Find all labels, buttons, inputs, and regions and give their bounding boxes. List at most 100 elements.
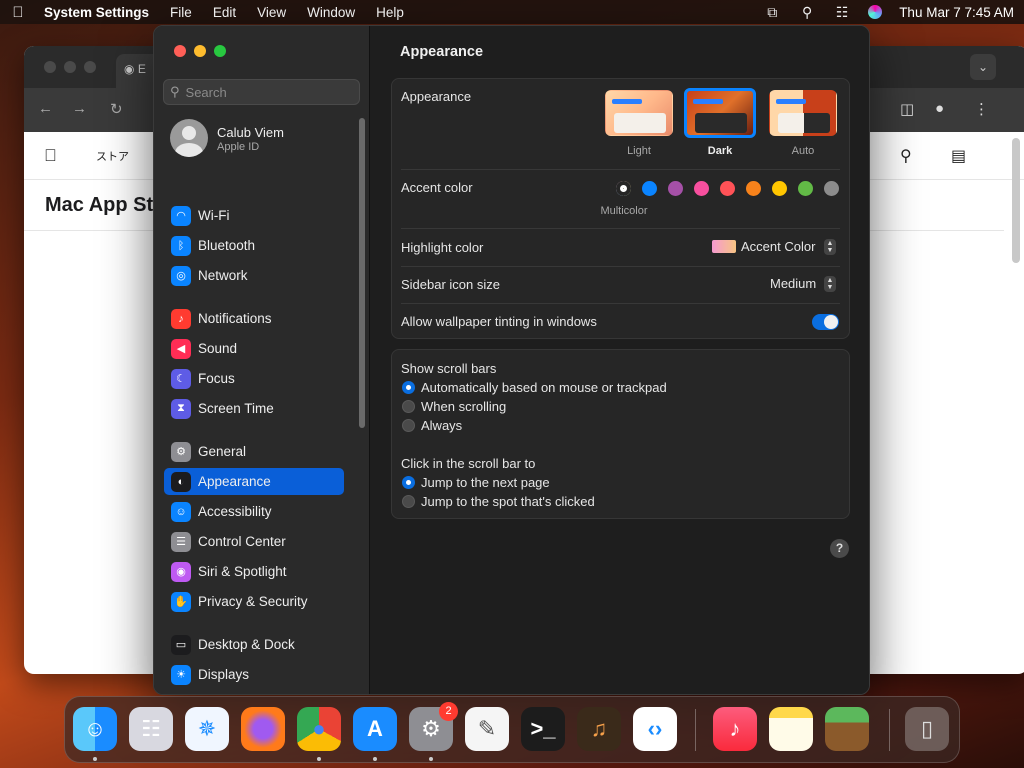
stage-manager-icon[interactable]: ⧉: [763, 4, 781, 21]
divider: [401, 228, 840, 229]
sidebar-item-network[interactable]: ◎ Network: [164, 262, 344, 289]
close-button[interactable]: [174, 45, 186, 57]
site-nav-store-link[interactable]: ストア: [96, 148, 129, 164]
running-indicator: [429, 757, 433, 761]
minecraft-icon[interactable]: [825, 707, 869, 751]
sidebar-item-bluetooth[interactable]: ᛒ Bluetooth: [164, 232, 344, 259]
browser-scrollbar[interactable]: [1012, 138, 1020, 263]
launchpad-icon[interactable]: ☷: [129, 707, 173, 751]
accent-swatch[interactable]: [720, 181, 735, 196]
sidebar-toggle-icon[interactable]: ◫: [900, 100, 914, 118]
radio-scroll-always[interactable]: [402, 419, 415, 432]
menu-view[interactable]: View: [257, 5, 286, 20]
profile-subtitle: Apple ID: [217, 141, 260, 153]
apple-logo-icon[interactable]: : [44, 146, 57, 166]
browser-minimize-button[interactable]: [64, 61, 76, 73]
dock: ☺ ☷ ✵ ● A ⚙ ✎ >_ ♫ ‹› ♪ ▯: [64, 696, 960, 763]
terminal-icon[interactable]: >_: [521, 707, 565, 751]
sidebar-item-general[interactable]: ⚙ General: [164, 438, 344, 465]
accent-swatch[interactable]: [668, 181, 683, 196]
sidebar-item-focus[interactable]: ☾ Focus: [164, 365, 344, 392]
sidebar-item-displays[interactable]: ☀ Displays: [164, 661, 344, 688]
vscode-icon[interactable]: ‹›: [633, 707, 677, 751]
forward-arrow-icon[interactable]: →: [72, 100, 87, 117]
app-store-icon[interactable]: A: [353, 707, 397, 751]
trash-icon[interactable]: ▯: [905, 707, 949, 751]
menu-app-name[interactable]: System Settings: [44, 5, 149, 20]
safari-icon[interactable]: ✵: [185, 707, 229, 751]
browser-zoom-button[interactable]: [84, 61, 96, 73]
reload-icon[interactable]: ↻: [110, 100, 123, 118]
menu-clock[interactable]: Thu Mar 7 7:45 AM: [899, 5, 1014, 20]
sidebar-icon-size-value[interactable]: Medium: [770, 276, 816, 291]
accent-swatch[interactable]: [772, 181, 787, 196]
finder-icon[interactable]: ☺: [73, 707, 117, 751]
sidebar-item-accessibility[interactable]: ☺ Accessibility: [164, 498, 344, 525]
menu-help[interactable]: Help: [376, 5, 404, 20]
shopping-bag-icon[interactable]: ▤: [951, 146, 966, 166]
radio-scroll-when-scrolling[interactable]: [402, 400, 415, 413]
radio-jump-to-spot[interactable]: [402, 495, 415, 508]
sidebar-item-screen-time[interactable]: ⧗ Screen Time: [164, 395, 344, 422]
sidebar-item-label: Siri & Spotlight: [198, 564, 287, 579]
control-center-icon[interactable]: ☷: [833, 4, 851, 21]
sidebar-item-appearance[interactable]: ◐ Appearance: [164, 468, 344, 495]
accent-swatch[interactable]: [616, 181, 631, 196]
profile-name: Calub Viem: [217, 125, 284, 140]
site-search-icon[interactable]: ⚲: [900, 146, 912, 166]
more-menu-icon[interactable]: ⋮: [974, 100, 989, 118]
theme-dark-thumbnail[interactable]: [684, 88, 756, 138]
sidebar-item-privacy-security[interactable]: ✋ Privacy & Security: [164, 588, 344, 615]
highlight-popup-chevron-icon[interactable]: ▲ ▼: [824, 239, 836, 255]
sidebar-item-sound[interactable]: ◀ Sound: [164, 335, 344, 362]
back-arrow-icon[interactable]: ←: [38, 100, 53, 117]
sidebar-item-wallpaper[interactable]: ❀Wallpaper: [164, 691, 344, 694]
profile-icon[interactable]: ●: [935, 100, 944, 117]
sidebar-item-wi-fi[interactable]: ◠ Wi-Fi: [164, 202, 344, 229]
notes-icon[interactable]: [769, 707, 813, 751]
bell-icon: ♪: [171, 308, 191, 329]
help-button[interactable]: ?: [830, 539, 849, 558]
theme-light-thumbnail[interactable]: [605, 90, 673, 136]
sidebar-item-notifications[interactable]: ♪ Notifications: [164, 305, 344, 332]
theme-auto-thumbnail[interactable]: [769, 90, 837, 136]
browser-close-button[interactable]: [44, 61, 56, 73]
sidebar-item-label: General: [198, 444, 247, 459]
highlight-color-value[interactable]: Accent Color: [741, 239, 815, 254]
sidebar-item-control-center[interactable]: ☰ Control Center: [164, 528, 344, 555]
search-field[interactable]: ⚲ Search: [163, 79, 360, 105]
radio-scroll-automatic[interactable]: [402, 381, 415, 394]
accent-swatch[interactable]: [746, 181, 761, 196]
tab-list-chevron-icon[interactable]: ⌄: [970, 54, 996, 80]
firefox-icon[interactable]: [241, 707, 285, 751]
minimize-button[interactable]: [194, 45, 206, 57]
accent-swatch[interactable]: [824, 181, 839, 196]
menu-edit[interactable]: Edit: [213, 5, 236, 20]
accent-swatch[interactable]: [642, 181, 657, 196]
siri-icon[interactable]: [868, 5, 883, 19]
spotlight-search-icon[interactable]: ⚲: [798, 4, 816, 21]
music-icon[interactable]: ♪: [713, 707, 757, 751]
accent-swatch[interactable]: [798, 181, 813, 196]
chrome-icon[interactable]: ●: [297, 707, 341, 751]
menu-file[interactable]: File: [170, 5, 192, 20]
textedit-icon[interactable]: ✎: [465, 707, 509, 751]
sidebar-item-desktop-dock[interactable]: ▭ Desktop & Dock: [164, 631, 344, 658]
accent-swatch[interactable]: [694, 181, 709, 196]
zoom-button[interactable]: [214, 45, 226, 57]
sidebar-scrollbar[interactable]: [359, 118, 365, 428]
thumb-menubar: [693, 99, 723, 104]
apple-menu-icon[interactable]: : [10, 4, 26, 21]
radio-jump-to-spot-label: Jump to the spot that's clicked: [421, 494, 595, 509]
theme-dark-label: Dark: [707, 145, 733, 157]
radio-scroll-automatic-label: Automatically based on mouse or trackpad: [421, 380, 667, 395]
appearance-group: Appearance Light Dark Auto Accent color …: [391, 78, 850, 339]
garageband-icon[interactable]: ♫: [577, 707, 621, 751]
icon-size-popup-chevron-icon[interactable]: ▲ ▼: [824, 276, 836, 292]
sidebar-item-siri-spotlight[interactable]: ◉ Siri & Spotlight: [164, 558, 344, 585]
menu-window[interactable]: Window: [307, 5, 355, 20]
wallpaper-tinting-toggle[interactable]: [812, 314, 839, 330]
hand-icon: ✋: [171, 591, 191, 612]
radio-jump-next-page[interactable]: [402, 476, 415, 489]
apple-id-profile[interactable]: Calub Viem Apple ID: [170, 119, 360, 159]
